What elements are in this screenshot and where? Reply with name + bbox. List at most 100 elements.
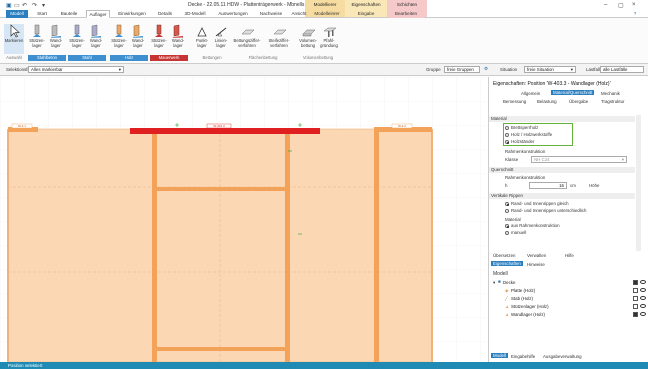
close-button[interactable]: × xyxy=(632,2,636,8)
tab-hinweise[interactable]: Hinweise xyxy=(527,262,545,267)
visibility-checkbox[interactable] xyxy=(633,296,638,301)
tab-modelleinrer[interactable]: Modelleinrer xyxy=(310,10,344,18)
radio-holz[interactable] xyxy=(505,133,509,137)
group-holz: Holz xyxy=(110,55,148,61)
section-vertikale-rippen[interactable]: Vertikale Rippen xyxy=(489,193,635,199)
minimize-button[interactable]: – xyxy=(604,2,607,8)
tab-eingabe[interactable]: Eingabe xyxy=(350,10,382,18)
radio-rippen-gleich[interactable] xyxy=(505,202,509,206)
floor-plan[interactable]: W-401.3 W-4.1 W-4.2 xyxy=(0,77,486,362)
tree-root-decke[interactable]: Decke xyxy=(503,280,515,285)
tab-auflager[interactable]: Auflager xyxy=(86,10,110,18)
radio-manuell[interactable] xyxy=(505,231,509,235)
tree-item-platte[interactable]: Platte (Holz) xyxy=(511,288,535,293)
pfahlgruendung-button[interactable]: Pfahl-gründung xyxy=(318,24,340,48)
visibility-checkbox[interactable] xyxy=(633,312,638,317)
tab-hilfe[interactable]: Hilfe xyxy=(565,253,574,258)
visibility-checkbox[interactable] xyxy=(633,280,638,285)
tree-expand-icon[interactable]: ▾ xyxy=(493,280,495,286)
section-querschnitt[interactable]: Querschnitt xyxy=(489,167,635,173)
radio-aus-rahmen[interactable] xyxy=(505,224,509,228)
selection-filter-select[interactable]: Alles markierbar ▾ xyxy=(28,66,124,73)
punktlager-button[interactable]: Punkt-lager xyxy=(193,24,211,48)
visibility-checkbox[interactable] xyxy=(633,304,638,309)
tab-nachweise[interactable]: Nachweise xyxy=(256,10,286,18)
undo-icon[interactable]: ↶ xyxy=(22,2,27,9)
linienlager-button[interactable]: Linien-lager xyxy=(212,24,230,48)
stuetzenlager-stahlbeton-button[interactable]: Stützen-lager xyxy=(28,24,46,48)
stuetzenlager-stahl-button[interactable]: Stützen-lager xyxy=(68,24,86,48)
selection-bar: Selektionsfilter Alles markierbar ▾ Grup… xyxy=(0,64,648,76)
properties-scrollbar[interactable] xyxy=(636,115,641,251)
tree-item-wandlager[interactable]: Wandlager (Holz) xyxy=(511,312,545,317)
wandlager-mauerwerk-button[interactable]: Wand-lager xyxy=(169,24,187,48)
help-icon[interactable]: ? xyxy=(630,10,640,18)
tab-bemessung[interactable]: Bemessung xyxy=(503,99,526,104)
wall-vertical-middle[interactable] xyxy=(285,134,290,362)
tab-details[interactable]: Details xyxy=(154,10,176,18)
tab-material-querschnitt[interactable]: Material/Querschnitt xyxy=(551,90,595,95)
column-support-icon xyxy=(71,24,83,38)
steifeziffer-button[interactable]: Steifeziffer-verfahren xyxy=(264,24,294,48)
tab-bauteile[interactable]: Bauteile xyxy=(56,10,82,18)
tab-allgemein[interactable]: Allgemein xyxy=(521,91,540,96)
tab-modell[interactable]: Modell xyxy=(6,10,28,18)
drawing-canvas[interactable]: W-401.3 W-4.1 W-4.2 xyxy=(0,77,486,362)
tab-start[interactable]: Start xyxy=(32,10,52,18)
column-support-icon xyxy=(153,24,165,38)
redo-icon[interactable]: ↷ xyxy=(32,2,37,9)
radio-brettsperrholz[interactable] xyxy=(505,126,509,130)
wall-horizontal-upper[interactable] xyxy=(152,187,290,191)
tab-eingabehilfe[interactable]: Eingabehilfe xyxy=(511,354,535,359)
lastfall-label: Lastfall xyxy=(586,67,600,72)
tab-uebersetzen[interactable]: Übersetzen xyxy=(493,253,515,258)
eye-icon[interactable] xyxy=(640,304,646,308)
radio-rippen-unterschiedlich[interactable] xyxy=(505,209,509,213)
tab-verwalten[interactable]: Verwalten xyxy=(527,253,546,258)
maximize-button[interactable]: ▢ xyxy=(618,2,624,9)
klasse-select[interactable]: NH C24 ▾ xyxy=(531,156,627,163)
tab-ansicht[interactable]: Ansicht xyxy=(288,10,310,18)
section-material[interactable]: Material xyxy=(489,116,635,122)
tab-einwirkungen[interactable]: Einwirkungen xyxy=(114,10,150,18)
selected-wall-support[interactable] xyxy=(130,128,320,134)
quick-access-dropdown-icon[interactable]: ▾ xyxy=(42,2,45,9)
tab-ausgabeverwaltung[interactable]: Ausgabeverwaltung xyxy=(543,354,582,359)
tab-modell-bottom[interactable]: Modell xyxy=(491,353,508,358)
tree-item-stuetzenlager[interactable]: Stützenlager (Holz) xyxy=(511,304,549,309)
tab-mechanik[interactable]: Mechanik xyxy=(601,91,620,96)
wandlager-stahlbeton-button[interactable]: Wand-lager xyxy=(47,24,65,48)
radio-holzstaender[interactable] xyxy=(505,140,509,144)
wandlager-stahl-button[interactable]: Wand-lager xyxy=(87,24,105,48)
tab-3d-modell[interactable]: 3D-Modell xyxy=(180,10,210,18)
wandlager-holz-button[interactable]: Wand-lager xyxy=(129,24,147,48)
situation-select[interactable]: freie Situation ▾ xyxy=(524,66,576,73)
h-input[interactable]: 16 xyxy=(529,182,567,189)
position-tag-text: W-4.1 xyxy=(18,124,26,128)
tab-auswertungen[interactable]: Auswertungen xyxy=(214,10,252,18)
tab-uebergabe[interactable]: Übergabe xyxy=(569,99,588,104)
save-icon[interactable]: ▭ xyxy=(14,2,20,9)
tab-bearbeiten[interactable]: Bearbeiten xyxy=(388,10,424,18)
lastfall-select[interactable]: alle Lastfälle xyxy=(600,66,644,73)
eye-icon[interactable] xyxy=(640,280,646,284)
stuetzenlager-holz-button[interactable]: Stützen-lager xyxy=(110,24,128,48)
filter-icon[interactable]: ⚙ xyxy=(484,66,488,72)
wall-horizontal-lower[interactable] xyxy=(152,347,290,351)
eye-icon[interactable] xyxy=(640,312,646,316)
markieren-button[interactable]: Markieren xyxy=(4,24,24,54)
wall-support-icon xyxy=(172,24,184,38)
volumenbettung-button[interactable]: Volumen-bettung xyxy=(296,24,320,48)
eye-icon[interactable] xyxy=(640,288,646,292)
tree-item-stab[interactable]: Stab (Holz) xyxy=(511,296,533,301)
tab-tragstruktur[interactable]: Tragstruktur xyxy=(601,99,625,104)
bettungsziffer-button[interactable]: Bettungsziffer-verfahren xyxy=(232,24,262,48)
wall-vertical-left[interactable] xyxy=(152,134,157,362)
eye-icon[interactable] xyxy=(640,296,646,300)
tab-belastung[interactable]: Belastung xyxy=(537,99,557,104)
group-select[interactable]: freie Gruppen xyxy=(444,66,480,73)
wall-vertical-right[interactable] xyxy=(374,132,379,362)
tab-eigenschaften[interactable]: Eigenschaften xyxy=(491,261,523,266)
visibility-checkbox[interactable] xyxy=(633,288,638,293)
stuetzenlager-mauerwerk-button[interactable]: Stützen-lager xyxy=(150,24,168,48)
